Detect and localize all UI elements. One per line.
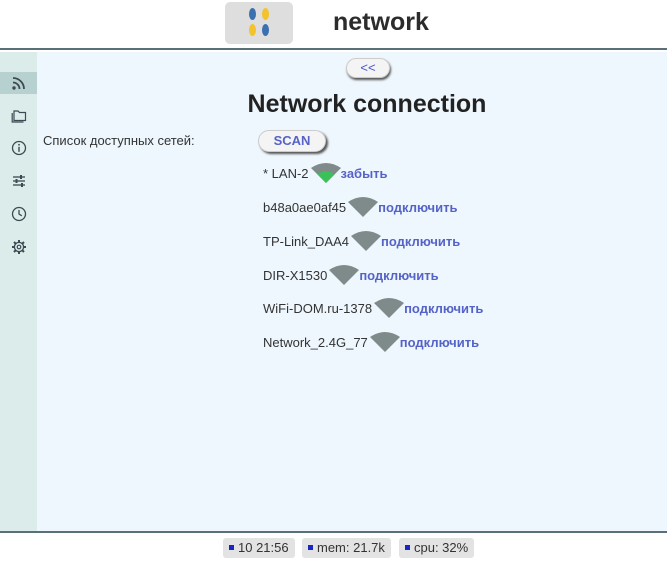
time-text: 10 21:56 (238, 540, 289, 555)
connect-network-link[interactable]: подключить (381, 234, 460, 249)
network-name: Network_2.4G_77 (263, 334, 368, 350)
connect-network-link[interactable]: подключить (378, 200, 457, 215)
network-name: * LAN-2 (263, 165, 309, 181)
connect-network-link[interactable]: подключить (400, 335, 479, 350)
back-button[interactable]: << (346, 58, 390, 78)
connect-network-link[interactable]: подключить (404, 301, 483, 316)
page-title: network (333, 8, 429, 36)
network-list-label: Список доступных сетей: (43, 133, 195, 148)
cpu-text: cpu: 32% (414, 540, 469, 555)
network-name: b48a0ae0af45 (263, 199, 347, 215)
logo-dot-blue-top (249, 8, 256, 20)
network-row: Network_2.4G_77 подключить (263, 330, 479, 354)
status-indicator (405, 545, 410, 551)
network-row: * LAN-2 забыть (263, 161, 388, 185)
network-name: WiFi-DOM.ru-1378 (263, 300, 373, 316)
sidebar-item-rss[interactable] (0, 72, 37, 94)
scan-button[interactable]: SCAN (258, 130, 326, 152)
info-icon (11, 140, 26, 156)
wifi-icon (329, 265, 360, 285)
sidebar-item-system[interactable] (0, 236, 37, 258)
wifi-icon (369, 332, 400, 352)
sidebar-item-files[interactable] (0, 104, 37, 126)
wifi-connected-icon (310, 163, 341, 183)
logo-dot-blue-bottom (262, 24, 269, 36)
connect-network-link[interactable]: подключить (359, 268, 438, 283)
sidebar (0, 52, 37, 531)
memory-status: mem: 21.7k (302, 538, 391, 558)
network-row: WiFi-DOM.ru-1378 подключить (263, 296, 483, 320)
main-panel: << Network connection Список доступных с… (37, 52, 667, 531)
gear-icon (11, 240, 26, 254)
forget-network-link[interactable]: забыть (341, 166, 388, 181)
folder-icon (11, 110, 26, 123)
rss-icon (11, 77, 25, 90)
logo-dot-yellow-bottom (249, 24, 256, 36)
time-status: 10 21:56 (223, 538, 295, 558)
network-name: DIR-X1530 (263, 267, 328, 283)
network-name: TP-Link_DAA4 (263, 233, 349, 249)
status-indicator (229, 545, 234, 551)
clock-icon (11, 206, 26, 222)
network-row: b48a0ae0af45 подключить (263, 195, 457, 219)
logo-dot-yellow-top (262, 8, 269, 20)
wifi-icon (348, 197, 379, 217)
wifi-icon (374, 298, 405, 318)
sidebar-item-settings-sliders[interactable] (0, 170, 37, 192)
app-logo[interactable] (225, 2, 293, 44)
cpu-status: cpu: 32% (399, 538, 475, 558)
wifi-icon (350, 231, 381, 251)
sidebar-item-time[interactable] (0, 203, 37, 225)
app-header: network (0, 0, 667, 50)
status-bar: 10 21:56 mem: 21.7k cpu: 32% (0, 531, 667, 563)
network-row: DIR-X1530 подключить (263, 263, 439, 287)
network-row: TP-Link_DAA4 подключить (263, 229, 460, 253)
section-heading: Network connection (247, 90, 487, 118)
status-indicator (308, 545, 313, 551)
memory-text: mem: 21.7k (317, 540, 385, 555)
sidebar-item-info[interactable] (0, 137, 37, 159)
sliders-icon (12, 175, 25, 187)
